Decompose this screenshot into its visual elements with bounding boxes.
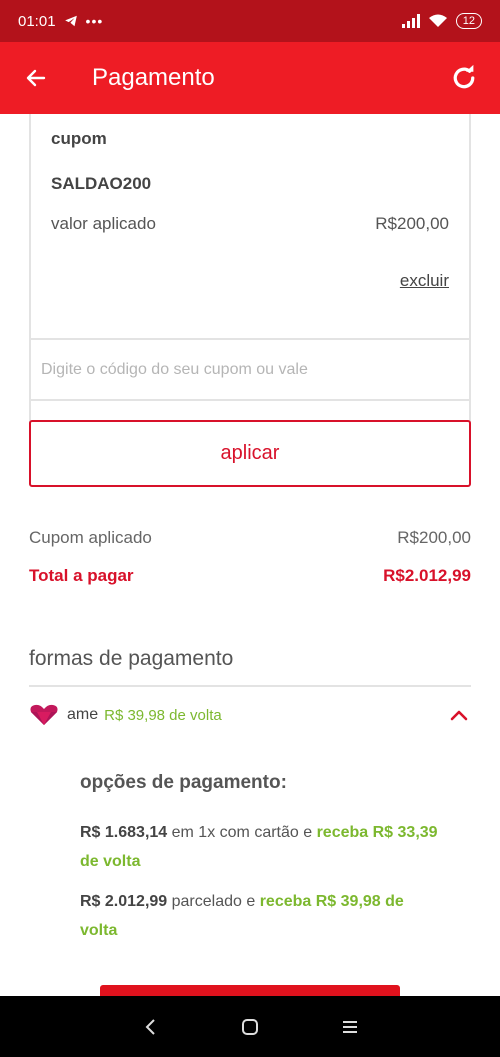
payment-method-cashback: R$ 39,98 de volta xyxy=(104,706,222,724)
back-button[interactable] xyxy=(0,42,72,114)
payment-options-title: opções de pagamento: xyxy=(80,772,287,793)
payment-option[interactable]: R$ 2.012,99 parcelado e receba R$ 39,98 … xyxy=(80,887,440,945)
section-divider xyxy=(29,685,471,687)
battery-indicator: 12 xyxy=(455,13,482,29)
nav-menu-icon xyxy=(343,1020,357,1033)
nav-back-button[interactable] xyxy=(130,1007,170,1047)
continue-button[interactable] xyxy=(100,985,400,996)
more-notifications-icon: ••• xyxy=(85,13,104,29)
chevron-up-icon xyxy=(450,710,468,721)
coupon-code-input[interactable] xyxy=(29,338,471,401)
nav-back-icon xyxy=(145,1018,155,1035)
page-title: Pagamento xyxy=(92,64,215,91)
summary-total-label: Total a pagar xyxy=(29,566,134,585)
summary-total-value: R$2.012,99 xyxy=(383,566,471,585)
system-nav-bar xyxy=(0,996,500,1057)
payment-method-ame[interactable]: ame R$ 39,98 de volta xyxy=(29,698,471,732)
summary-coupon-value: R$200,00 xyxy=(397,528,471,547)
payment-option[interactable]: R$ 1.683,14 em 1x com cartão e receba R$… xyxy=(80,818,440,876)
option-text: em 1x com cartão e xyxy=(167,824,317,841)
payment-methods-title: formas de pagamento xyxy=(29,647,234,670)
signal-icon xyxy=(401,14,420,28)
nav-home-icon xyxy=(242,1018,258,1035)
coupon-code: SALDAO200 xyxy=(51,174,152,193)
option-price: R$ 1.683,14 xyxy=(80,824,168,841)
coupon-applied-value: R$200,00 xyxy=(375,214,449,233)
summary-coupon-label: Cupom aplicado xyxy=(29,528,152,547)
remove-coupon-link[interactable]: excluir xyxy=(400,271,449,291)
collapse-toggle[interactable] xyxy=(447,703,471,727)
arrow-left-icon xyxy=(26,69,46,87)
option-price: R$ 2.012,99 xyxy=(80,893,168,910)
checkout-content[interactable]: cupom SALDAO200 valor aplicado R$200,00 … xyxy=(0,114,500,996)
ame-heart-icon xyxy=(30,704,58,725)
nav-menu-button[interactable] xyxy=(330,1007,370,1047)
refresh-icon xyxy=(453,64,475,89)
apply-coupon-button[interactable]: aplicar xyxy=(29,420,471,487)
option-text: parcelado e xyxy=(167,893,260,910)
summary-total-row: Total a pagar R$2.012,99 xyxy=(29,566,471,586)
telegram-icon xyxy=(64,15,77,27)
payment-method-name: ame xyxy=(67,706,99,723)
coupon-label: cupom xyxy=(51,129,107,148)
refresh-button[interactable] xyxy=(428,42,500,114)
status-bar: 01:01 ••• 12 xyxy=(0,0,500,42)
app-bar: Pagamento xyxy=(0,42,500,114)
nav-home-button[interactable] xyxy=(230,1007,270,1047)
status-time: 01:01 xyxy=(18,12,56,30)
coupon-applied-label: valor aplicado xyxy=(51,214,156,233)
summary-coupon-row: Cupom aplicado R$200,00 xyxy=(29,528,471,548)
wifi-icon xyxy=(428,14,447,27)
